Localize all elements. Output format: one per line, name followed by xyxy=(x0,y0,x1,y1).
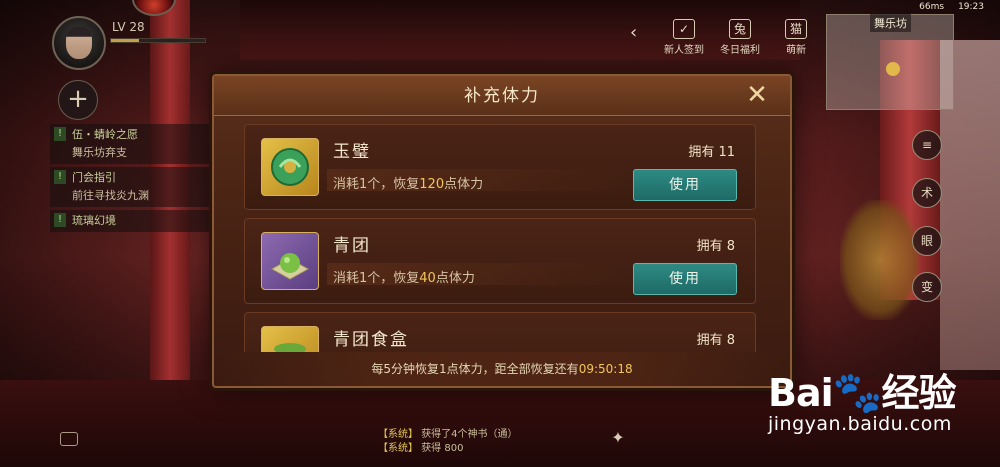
food-box-icon xyxy=(261,326,319,352)
quest-alert-icon: ! xyxy=(54,127,66,141)
item-description: 消耗1个，恢复40点体力 xyxy=(333,267,475,286)
skill-icon[interactable]: 术 xyxy=(912,178,942,208)
gold-ornament xyxy=(840,200,920,320)
quest-item[interactable]: ! 伍・蜻岭之愿 舞乐坊弃支 xyxy=(50,124,210,164)
quest-item[interactable]: ! 门会指引 前往寻找炎九渊 xyxy=(50,167,210,207)
transform-icon[interactable]: 变 xyxy=(912,272,942,302)
watermark-logo-text: Bai xyxy=(768,371,834,415)
use-button[interactable]: 使用 xyxy=(633,169,737,201)
item-description: 消耗1个，恢复120点体力 xyxy=(333,173,483,192)
item-name: 玉璧 xyxy=(333,142,371,162)
desc-suffix: 点体力 xyxy=(435,271,475,286)
watermark-url: jingyan.baidu.com xyxy=(768,413,952,435)
avatar-portrait xyxy=(66,27,92,59)
player-location-icon xyxy=(886,62,900,76)
chat-text: 获得 800 xyxy=(421,443,464,454)
item-name: 青团食盒 xyxy=(333,330,409,350)
cat-icon: 猫 xyxy=(785,19,807,39)
quest-alert-icon: ! xyxy=(54,170,66,184)
quest-title: 伍・蜻岭之愿 xyxy=(72,128,138,141)
quest-tracker: ! 伍・蜻岭之愿 舞乐坊弃支 ! 门会指引 前往寻找炎九渊 ! 琉璃幻境 xyxy=(50,124,210,235)
minimap-location-name: 舞乐坊 xyxy=(870,14,911,32)
collapse-arrow-icon[interactable]: ‹ xyxy=(630,22,637,43)
quest-subtitle: 前往寻找炎九渊 xyxy=(72,189,149,202)
watermark-logo: Bai🐾经验 xyxy=(768,362,956,417)
quest-title: 琉璃幻境 xyxy=(72,214,116,227)
stamina-recovery-info: 每5分钟恢复1点体力，距全部恢复还有09:50:18 xyxy=(214,352,790,386)
checkin-icon: ✓ xyxy=(673,19,695,39)
rabbit-icon: 兔 xyxy=(729,19,751,39)
owned-count: 拥有 8 xyxy=(696,239,735,254)
exp-bar-fill xyxy=(111,39,140,42)
watermark-logo-text-2: 经验 xyxy=(881,371,956,415)
green-dumpling-icon xyxy=(261,232,319,290)
chat-text: 获得了4个神书（通） xyxy=(421,429,518,440)
daily-signin-button[interactable]: ✓ 新人签到 xyxy=(656,18,712,56)
mount-icon[interactable]: ✦ xyxy=(604,428,632,456)
paw-icon: 🐾 xyxy=(832,370,883,416)
menu-icon[interactable]: ≡ xyxy=(912,130,942,160)
button-label: 萌新 xyxy=(786,45,806,56)
desc-prefix: 消耗1个，恢复 xyxy=(333,271,420,286)
button-label: 新人签到 xyxy=(664,45,704,56)
restore-amount: 40 xyxy=(419,271,436,286)
player-avatar[interactable] xyxy=(52,16,106,70)
item-name: 青团 xyxy=(333,236,371,256)
recovery-text: 每5分钟恢复1点体力，距全部恢复还有 xyxy=(371,362,579,376)
eye-icon[interactable]: 眼 xyxy=(912,226,942,256)
quest-subtitle: 舞乐坊弃支 xyxy=(72,146,127,159)
desc-prefix: 消耗1个，恢复 xyxy=(333,177,420,192)
chat-tag: 【系统】 xyxy=(378,429,418,440)
list-item: 玉璧 消耗1个，恢复120点体力 拥有 11 使用 xyxy=(244,124,756,210)
owned-count: 拥有 8 xyxy=(696,333,735,348)
recovery-timer: 09:50:18 xyxy=(578,362,633,376)
dialog-title: 补充体力 xyxy=(464,86,540,106)
replenish-stamina-dialog: 补充体力 ✕ 玉璧 消耗1个，恢复120点体力 拥有 11 使用 青团 消耗1个… xyxy=(212,74,792,388)
restore-amount: 120 xyxy=(419,177,445,192)
quest-item[interactable]: ! 琉璃幻境 xyxy=(50,210,210,232)
camera-icon[interactable] xyxy=(60,432,78,446)
quest-alert-icon: ! xyxy=(54,213,66,227)
list-item: 青团食盒 拥有 8 xyxy=(244,312,756,352)
add-button[interactable]: + xyxy=(58,80,98,120)
stamina-item-list[interactable]: 玉璧 消耗1个，恢复120点体力 拥有 11 使用 青团 消耗1个，恢复40点体… xyxy=(214,116,790,352)
quest-title: 门会指引 xyxy=(72,171,116,184)
jade-disc-icon xyxy=(261,138,319,196)
clock-text: 19:23 xyxy=(958,2,984,12)
list-item: 青团 消耗1个，恢复40点体力 拥有 8 使用 xyxy=(244,218,756,304)
chat-tag: 【系统】 xyxy=(378,443,418,454)
device-status-bar: 66ms 19:23 xyxy=(919,2,984,12)
use-button[interactable]: 使用 xyxy=(633,263,737,295)
chat-line: 【系统】 获得 800 xyxy=(378,442,518,456)
winter-welfare-button[interactable]: 兔 冬日福利 xyxy=(712,18,768,56)
button-label: 冬日福利 xyxy=(720,45,760,56)
owned-count: 拥有 11 xyxy=(688,145,735,160)
baidu-jingyan-watermark: Bai🐾经验 jingyan.baidu.com xyxy=(768,362,956,435)
player-level: LV 28 xyxy=(112,20,145,34)
desc-suffix: 点体力 xyxy=(444,177,484,192)
newbie-button[interactable]: 猫 萌新 xyxy=(768,18,824,56)
chat-line: 【系统】 获得了4个神书（通） xyxy=(378,428,518,442)
ping-text: 66ms xyxy=(919,2,945,12)
chat-log[interactable]: 【系统】 获得了4个神书（通） 【系统】 获得 800 xyxy=(378,428,518,456)
exp-bar xyxy=(110,38,206,43)
close-icon[interactable]: ✕ xyxy=(744,82,770,108)
